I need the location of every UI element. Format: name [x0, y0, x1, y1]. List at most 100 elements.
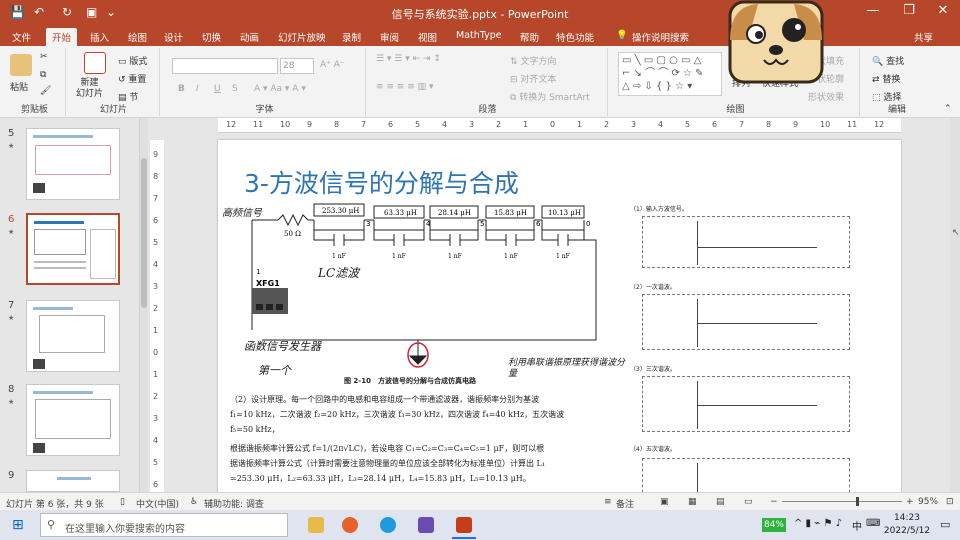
zoom-out-icon[interactable]: −	[770, 497, 778, 507]
shapes-gallery[interactable]: ▭ ╲ ▭ ▢ ○ ▭ △ ⌐ ↘ ⌒ ⌒ ⟳ ☆ ✎ △ ⇨ ⇩ { } ☆ ▾	[618, 52, 722, 96]
shadow-button[interactable]: S	[232, 84, 238, 94]
minimize-button[interactable]: —	[862, 3, 884, 18]
slide-canvas[interactable]: 3-方波信号的分解与合成 253.30 μH 63.33 μH 28.14 μH…	[218, 140, 901, 492]
layout-button[interactable]: ▭ 版式	[118, 54, 147, 67]
restore-button[interactable]: ❐	[898, 3, 920, 18]
powerpoint-icon[interactable]	[456, 517, 472, 533]
text-direction-button[interactable]: ⇅ 文字方向	[510, 54, 556, 67]
bullets-icon[interactable]: ☰ ▾ ☰ ▾ ⇤ ⇥ ↕	[376, 54, 441, 64]
fit-slide-icon[interactable]: ⊡	[946, 497, 954, 507]
paste-icon[interactable]	[10, 54, 32, 76]
ruler-tick-label: 10	[280, 120, 291, 129]
reading-view-icon[interactable]: ▤	[716, 497, 725, 507]
tab-transitions[interactable]: 切换	[202, 30, 221, 44]
font-name-combo[interactable]	[172, 58, 278, 74]
notes-button[interactable]: 备注	[616, 497, 634, 510]
battery-indicator[interactable]: 84%	[762, 518, 786, 532]
bold-button[interactable]: B	[178, 84, 185, 94]
firefox-icon[interactable]	[342, 517, 358, 533]
slide-thumbnail-7[interactable]	[26, 300, 120, 372]
spellcheck-icon[interactable]: ▯	[120, 497, 125, 507]
ruler-tick-label: 1	[153, 370, 159, 379]
ruler-tick-label: 4	[658, 120, 664, 129]
underline-button[interactable]: U	[214, 84, 221, 94]
close-button[interactable]: ✕	[932, 3, 954, 18]
slideshow-view-icon[interactable]: ▭	[744, 497, 753, 507]
slide-scrollbar[interactable]: ↖	[950, 118, 960, 492]
horizontal-ruler[interactable]: 12 11 10 9 8 7 6 5 4 3 2 1 0 1 2 3 4 5 6 7 8 9 10 11 12	[218, 118, 901, 133]
collapse-ribbon-icon[interactable]: ⌃	[944, 104, 952, 114]
clock-time[interactable]: 14:23	[884, 513, 930, 523]
app-icon[interactable]	[418, 517, 434, 533]
ruler-tick-label: 6	[388, 120, 394, 129]
normal-view-icon[interactable]: ▣	[660, 497, 669, 507]
find-button[interactable]: 🔍 查找	[872, 54, 904, 67]
tab-insert[interactable]: 插入	[90, 30, 109, 44]
node-label-1: 1	[256, 268, 260, 276]
new-slide-icon[interactable]	[84, 52, 106, 74]
grow-font-icon[interactable]: A⁺ A⁻	[320, 60, 345, 70]
node-label-4: 4	[426, 220, 431, 228]
zoom-slider[interactable]	[782, 501, 902, 502]
format-painter-icon[interactable]: 🖌	[40, 86, 51, 96]
tab-slideshow[interactable]: 幻灯片放映	[278, 30, 326, 44]
italic-button[interactable]: I	[196, 84, 199, 94]
zoom-in-icon[interactable]: +	[906, 497, 914, 507]
tab-review[interactable]: 审阅	[380, 30, 399, 44]
ruler-tick-label: 8	[334, 120, 340, 129]
share-button[interactable]: 共享	[914, 30, 933, 44]
copy-icon[interactable]: ⧉	[40, 70, 46, 80]
tab-design[interactable]: 设计	[164, 30, 183, 44]
taskbar-search[interactable]: ⚲ 在这里输入你要搜索的内容	[40, 513, 288, 537]
accessibility-status[interactable]: 辅助功能: 调查	[204, 497, 264, 510]
language-indicator[interactable]: 中文(中国)	[136, 497, 179, 510]
notification-icon[interactable]: ▭	[940, 518, 950, 531]
ime-indicator[interactable]: 中	[852, 518, 862, 533]
font-color-icon[interactable]: A ▾ Aa ▾ A ▾	[254, 84, 306, 94]
ruler-tick-label: 9	[307, 120, 313, 129]
tab-file[interactable]: 文件	[12, 30, 31, 44]
align-icons[interactable]: ≡ ≡ ≡ ≡ ▥ ▾	[376, 82, 434, 92]
windows-start-icon[interactable]: ⊞	[12, 517, 24, 533]
thumbnail-scrollbar[interactable]	[140, 118, 148, 492]
align-text-button[interactable]: ⊟ 对齐文本	[510, 72, 556, 85]
tab-home[interactable]: 开始	[46, 28, 78, 46]
tab-mathtype[interactable]: MathType	[456, 30, 502, 41]
slide-thumbnail-6[interactable]	[26, 213, 120, 285]
xfg1-instrument	[252, 288, 288, 314]
animation-star-icon: ★	[8, 398, 15, 406]
tell-me-search[interactable]: 操作说明搜索	[632, 30, 689, 44]
clock-date[interactable]: 2022/5/12	[878, 526, 936, 536]
slide-thumbnail-5[interactable]	[26, 128, 120, 200]
ruler-tick-label: 7	[361, 120, 367, 129]
zoom-slider-thumb[interactable]	[856, 497, 859, 506]
slide-thumbnail-8[interactable]	[26, 384, 120, 456]
ruler-tick-label: 7	[153, 194, 159, 203]
slide-thumbnail-pane: 5 ★ 6 ★ 7 ★ 8 ★ 9	[0, 118, 140, 492]
slide-info: 幻灯片 第 6 张，共 9 张	[6, 500, 104, 510]
zoom-level[interactable]: 95%	[918, 497, 938, 507]
paste-button[interactable]: 粘贴	[10, 80, 28, 93]
sorter-view-icon[interactable]: ▦	[688, 497, 697, 507]
reset-button[interactable]: ↺ 重置	[118, 72, 146, 85]
notes-icon[interactable]: ≡	[604, 497, 612, 507]
file-explorer-icon[interactable]	[308, 517, 324, 533]
tab-help[interactable]: 帮助	[520, 30, 539, 44]
panel-label-3: （3）三次谐波。	[630, 366, 676, 373]
tab-animations[interactable]: 动画	[240, 30, 259, 44]
new-slide-button[interactable]: 新建 幻灯片	[76, 78, 103, 100]
slide-thumbnail-9[interactable]	[26, 470, 120, 492]
tab-features[interactable]: 特色功能	[556, 30, 594, 44]
slide-title[interactable]: 3-方波信号的分解与合成	[244, 164, 519, 200]
tab-draw[interactable]: 绘图	[128, 30, 147, 44]
thumbnail-scroll-thumb[interactable]	[141, 158, 147, 308]
tab-view[interactable]: 视图	[418, 30, 437, 44]
cut-icon[interactable]: ✂	[40, 52, 48, 62]
vertical-ruler[interactable]: 9 8 7 6 5 4 3 2 1 0 1 2 3 4 5 6	[150, 140, 164, 492]
replace-button[interactable]: ⇄ 替换	[872, 72, 900, 85]
tab-record[interactable]: 录制	[342, 30, 361, 44]
edge-icon[interactable]	[380, 517, 396, 533]
font-size-combo[interactable]: 28	[280, 58, 314, 74]
tray-icons[interactable]: ^ ▮ ⌁ ⚑ ♪	[794, 518, 842, 529]
accessibility-icon[interactable]: ♿	[190, 497, 198, 507]
